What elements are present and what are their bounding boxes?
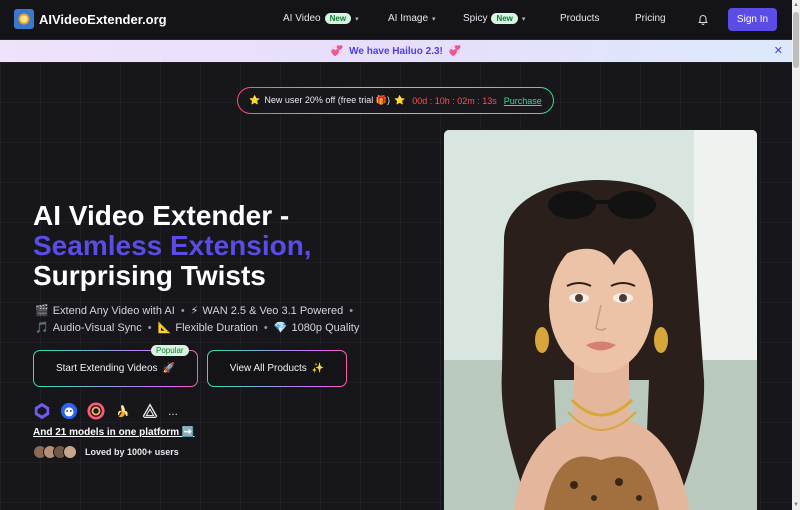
more-models-indicator: ... — [168, 404, 179, 418]
chevron-down-icon: ▾ — [432, 15, 436, 23]
feature-text: Flexible Duration — [175, 322, 258, 334]
cloud-face-icon[interactable] — [60, 402, 78, 420]
logo-text: AIVideoExtender.org — [39, 11, 167, 27]
models-link[interactable]: And 21 models in one platform ➡️ — [33, 427, 194, 438]
portrait-illustration — [444, 130, 757, 510]
scroll-up-icon[interactable]: ▲ — [793, 2, 799, 8]
feature-text: Audio-Visual Sync — [52, 322, 142, 334]
sparkle-icon: 💞 — [448, 45, 462, 57]
logo-icon — [14, 9, 34, 29]
hero-portrait-image — [444, 130, 757, 510]
chevron-down-icon: ▾ — [521, 15, 526, 23]
scrollbar[interactable]: ▲ ▼ — [792, 0, 800, 510]
new-badge: New — [491, 13, 518, 24]
sparkle-icon: 💞 — [330, 45, 344, 57]
separator-dot: • — [180, 305, 185, 317]
logo[interactable]: AIVideoExtender.org — [14, 9, 167, 29]
separator-dot: • — [349, 305, 354, 317]
announcement-bar: 💞 We have Hailuo 2.3! 💞 ✕ — [0, 40, 792, 62]
hero-title: AI Video Extender - Seamless Extension, … — [33, 201, 312, 291]
promo-text: New user 20% off (free trial 🎁) — [264, 95, 390, 105]
button-label: Start Extending Videos — [55, 363, 158, 374]
nav-item-spicy[interactable]: Spicy New ▾ — [463, 13, 525, 24]
close-icon[interactable]: ✕ — [774, 44, 783, 57]
triangle-icon[interactable] — [141, 402, 159, 420]
hero-title-line3: Surprising Twists — [33, 260, 266, 291]
top-navbar: AIVideoExtender.org AI Video New ▾ AI Im… — [0, 0, 792, 40]
social-proof: Loved by 1000+ users — [33, 445, 179, 459]
separator-dot: • — [263, 322, 268, 334]
rocket-icon: 🚀 — [162, 363, 175, 374]
feature-list: 🎬 Extend Any Video with AI • ⚡ WAN 2.5 &… — [35, 303, 359, 337]
sparkles-icon: ✨ — [311, 363, 325, 374]
nav-item-pricing[interactable]: Pricing — [635, 13, 666, 24]
lightning-icon: ⚡ — [190, 305, 199, 317]
star-icon: ⭐ — [394, 95, 406, 105]
promo-banner: ⭐ New user 20% off (free trial 🎁) ⭐ 00d … — [237, 87, 554, 114]
bell-icon[interactable] — [697, 13, 709, 25]
nav-item-label: AI Image — [388, 13, 429, 24]
nav-item-products[interactable]: Products — [560, 13, 599, 24]
nav-item-label: AI Video — [283, 13, 321, 24]
user-avatars — [33, 445, 77, 459]
announcement-text[interactable]: We have Hailuo 2.3! — [349, 46, 443, 57]
gem-icon: 💎 — [273, 322, 288, 334]
scroll-down-icon[interactable]: ▼ — [793, 502, 799, 508]
nav-item-label: Products — [560, 13, 600, 24]
star-icon: ⭐ — [249, 95, 261, 105]
nav-item-label: Spicy — [463, 13, 488, 24]
new-badge: New — [324, 13, 352, 24]
feature-text: WAN 2.5 & Veo 3.1 Powered — [202, 305, 344, 317]
separator-dot: • — [147, 322, 152, 334]
sign-in-button[interactable]: Sign In — [728, 8, 777, 31]
spiral-icon[interactable] — [87, 402, 105, 420]
feature-text: 1080p Quality — [291, 322, 360, 334]
banana-icon[interactable]: 🍌 — [114, 402, 132, 420]
popular-badge: Popular — [151, 345, 189, 356]
nav-item-label: Pricing — [635, 13, 666, 24]
kling-icon[interactable] — [33, 402, 51, 420]
button-label: View All Products — [229, 363, 307, 374]
clapper-icon: 🎬 — [35, 305, 49, 317]
scroll-thumb[interactable] — [793, 12, 799, 68]
countdown-timer: 00d : 10h : 02m : 13s — [412, 95, 497, 106]
users-count-text: Loved by 1000+ users — [85, 447, 179, 457]
music-note-icon: 🎵 — [35, 322, 49, 334]
ruler-icon: 📐 — [157, 322, 172, 334]
nav-item-ai-image[interactable]: AI Image ▾ — [388, 13, 436, 24]
feature-text: Extend Any Video with AI — [52, 305, 175, 317]
avatar — [63, 445, 77, 459]
nav-item-ai-video[interactable]: AI Video New ▾ — [283, 13, 359, 24]
view-all-products-button[interactable]: View All Products ✨ — [207, 350, 347, 387]
purchase-link[interactable]: Purchase — [504, 96, 542, 106]
chevron-down-icon: ▾ — [355, 15, 359, 23]
hero-title-accent: Seamless Extension, — [33, 230, 312, 261]
model-icons-row: 🍌 ... — [33, 402, 178, 420]
hero-title-line1: AI Video Extender - — [33, 200, 290, 231]
